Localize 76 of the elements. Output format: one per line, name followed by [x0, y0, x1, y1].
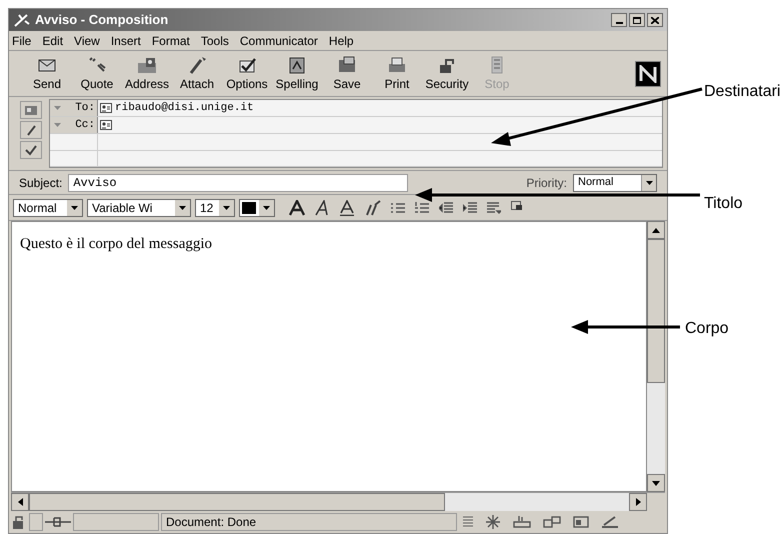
underline-a-icon[interactable]: [339, 200, 355, 216]
pencil-icon[interactable]: [601, 516, 619, 528]
menu-item[interactable]: Format: [152, 32, 190, 50]
recipient-address[interactable]: ribaudo@disi.unige.it: [115, 100, 254, 116]
priority-label: Priority:: [526, 174, 567, 192]
arrow-up-icon: [652, 228, 660, 232]
toolbar-button[interactable]: Options: [223, 54, 271, 94]
caret-down-icon: [54, 123, 61, 127]
subject-label: Subject:: [19, 174, 62, 192]
caret-down-icon: [71, 206, 78, 210]
caret-down-icon: [263, 206, 270, 210]
subject-field[interactable]: Avviso: [68, 174, 408, 192]
align-icon[interactable]: [487, 202, 501, 214]
printer-icon: [386, 54, 408, 74]
address-card-icon: [24, 104, 38, 116]
indent-icon[interactable]: [463, 202, 477, 214]
outdent-icon[interactable]: [439, 202, 453, 214]
annotation-label: Titolo: [704, 194, 743, 214]
numbered-list-icon[interactable]: [415, 202, 429, 214]
recipient-type-dropdown[interactable]: To:: [50, 100, 98, 116]
caret-down-icon: [646, 180, 652, 184]
toolbar-button[interactable]: Attach: [173, 54, 221, 94]
menu-item[interactable]: Communicator: [240, 32, 318, 50]
grip-icon: [463, 515, 473, 529]
priority-dropdown[interactable]: Normal: [573, 174, 657, 192]
annotation-label: Corpo: [685, 319, 729, 339]
font-dropdown[interactable]: Variable Wi: [87, 198, 191, 216]
checkmark-icon: [25, 144, 37, 156]
contact-card-icon: [100, 103, 112, 113]
caret-down-icon: [179, 206, 186, 210]
menu-item[interactable]: Help: [328, 32, 354, 50]
annotation-label: Destinatari: [704, 82, 780, 102]
toolbar-button[interactable]: Security: [423, 54, 471, 94]
address-tab[interactable]: [20, 101, 42, 119]
toolbar-button[interactable]: Save: [323, 54, 371, 94]
menu-item[interactable]: Tools: [200, 32, 229, 50]
vertical-scrollbar[interactable]: [647, 221, 665, 492]
menu-item[interactable]: File: [12, 32, 32, 50]
bullet-list-icon[interactable]: [391, 202, 405, 214]
status-text: Document: Done: [161, 513, 457, 531]
contact-card-icon: [100, 120, 112, 130]
caret-down-icon: [223, 206, 230, 210]
toolbar-button[interactable]: Print: [373, 54, 421, 94]
italic-a-icon[interactable]: [315, 200, 329, 216]
toolbar-button[interactable]: Quote: [73, 54, 121, 94]
menu-item[interactable]: Edit: [42, 32, 64, 50]
minimize-button[interactable]: [611, 13, 627, 27]
font-size-dropdown[interactable]: 12: [195, 198, 235, 216]
paperclip-tab[interactable]: [20, 121, 42, 139]
close-button[interactable]: [647, 13, 663, 27]
logo-icon: [635, 60, 661, 86]
toolbar-button[interactable]: Send: [23, 54, 71, 94]
floppy-icon: [336, 54, 358, 74]
status-panel: [29, 513, 43, 531]
message-body-field[interactable]: Questo è il corpo del messaggio: [11, 221, 647, 492]
sparkle-icon: [13, 12, 31, 28]
plug-icon[interactable]: [45, 515, 71, 529]
maximize-button[interactable]: [629, 13, 645, 27]
color-dropdown[interactable]: [239, 198, 275, 216]
card-icon[interactable]: [573, 516, 589, 528]
font-bigger-icon[interactable]: [289, 200, 305, 216]
options-tab[interactable]: [20, 141, 42, 159]
horizontal-scrollbar[interactable]: [11, 493, 647, 511]
toolbar-button[interactable]: Spelling: [273, 54, 321, 94]
caret-down-icon: [54, 106, 61, 110]
arrow-right-icon: [636, 498, 640, 506]
paragraph-style-dropdown[interactable]: Normal: [13, 198, 83, 216]
star-burst-icon[interactable]: [485, 515, 501, 529]
recipient-type-dropdown[interactable]: Cc:: [50, 117, 98, 133]
arrow-left-icon: [18, 498, 22, 506]
window-title: Avviso - Composition: [35, 11, 168, 30]
menu-item[interactable]: Insert: [110, 32, 141, 50]
menu-item[interactable]: View: [74, 32, 100, 50]
toolbar-button[interactable]: Address: [123, 54, 171, 94]
arrow-down-icon: [652, 480, 660, 486]
close-icon: [651, 16, 659, 24]
